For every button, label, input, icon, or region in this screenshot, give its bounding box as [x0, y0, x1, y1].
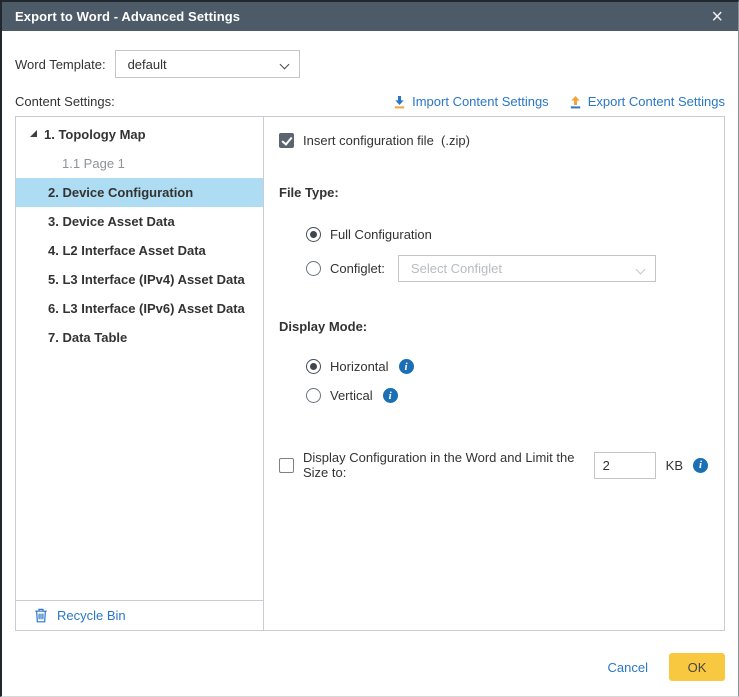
configlet-label: Configlet:	[330, 261, 385, 276]
tree-item-device-asset-data[interactable]: 3. Device Asset Data	[16, 207, 263, 236]
horizontal-option: Horizontal i	[306, 359, 708, 374]
full-configuration-radio[interactable]	[306, 227, 321, 242]
recycle-bin-button[interactable]: Recycle Bin	[16, 600, 263, 630]
trash-icon	[34, 608, 48, 623]
tree-item-l2-interface-asset-data[interactable]: 4. L2 Interface Asset Data	[16, 236, 263, 265]
content-settings-box: 1. Topology Map 1.1 Page 1 2. Device Con…	[15, 116, 725, 631]
content-settings-row: Content Settings: Import Content Setting…	[15, 94, 725, 109]
import-content-settings-link[interactable]: Import Content Settings	[393, 94, 549, 109]
full-configuration-label: Full Configuration	[330, 227, 432, 242]
tree-item-label: 1. Topology Map	[44, 127, 146, 142]
tree-item-label: 1.1 Page 1	[62, 156, 125, 171]
horizontal-info-icon[interactable]: i	[399, 359, 414, 374]
limit-size-info-icon[interactable]: i	[693, 458, 708, 473]
configlet-select-placeholder: Select Configlet	[411, 261, 502, 276]
export-content-settings-link[interactable]: Export Content Settings	[569, 94, 725, 109]
dialog-footer: Cancel OK	[15, 653, 725, 681]
word-template-label: Word Template:	[15, 57, 106, 72]
configlet-option: Configlet: Select Configlet	[306, 255, 708, 282]
limit-size-row: Display Configuration in the Word and Li…	[279, 450, 708, 480]
word-template-select[interactable]: default	[115, 50, 300, 78]
tree-item-label: 3. Device Asset Data	[48, 214, 175, 229]
tree-item-data-table[interactable]: 7. Data Table	[16, 323, 263, 352]
vertical-label: Vertical	[330, 388, 373, 403]
full-configuration-option: Full Configuration	[306, 227, 708, 242]
configlet-select[interactable]: Select Configlet	[398, 255, 656, 282]
recycle-bin-label: Recycle Bin	[57, 608, 126, 623]
export-to-word-dialog: Export to Word - Advanced Settings × Wor…	[0, 0, 739, 697]
insert-config-row: Insert configuration file (.zip)	[279, 133, 708, 148]
tree-item-l3-ipv6-asset-data[interactable]: 6. L3 Interface (IPv6) Asset Data	[16, 294, 263, 323]
vertical-option: Vertical i	[306, 388, 708, 403]
tree-item-label: 4. L2 Interface Asset Data	[48, 243, 206, 258]
limit-size-input[interactable]	[594, 452, 656, 479]
file-type-label: File Type:	[279, 185, 708, 200]
tree-item-topology-map[interactable]: 1. Topology Map	[16, 120, 263, 149]
device-configuration-panel: Insert configuration file (.zip) File Ty…	[264, 117, 724, 630]
dialog-title: Export to Word - Advanced Settings	[15, 9, 240, 24]
insert-config-checkbox[interactable]	[279, 133, 294, 148]
export-arrow-icon	[569, 95, 582, 109]
cancel-button[interactable]: Cancel	[608, 660, 648, 675]
dialog-titlebar: Export to Word - Advanced Settings ×	[2, 2, 738, 31]
content-settings-links: Import Content Settings Export Content S…	[393, 94, 725, 109]
tree-item-device-configuration[interactable]: 2. Device Configuration	[16, 178, 263, 207]
tree-item-page-1[interactable]: 1.1 Page 1	[16, 149, 263, 178]
ok-button[interactable]: OK	[669, 653, 725, 681]
chevron-down-icon	[279, 60, 289, 70]
tree-item-l3-ipv4-asset-data[interactable]: 5. L3 Interface (IPv4) Asset Data	[16, 265, 263, 294]
tree-item-label: 2. Device Configuration	[48, 185, 193, 200]
vertical-radio[interactable]	[306, 388, 321, 403]
import-arrow-icon	[393, 95, 406, 109]
horizontal-label: Horizontal	[330, 359, 389, 374]
vertical-info-icon[interactable]: i	[383, 388, 398, 403]
horizontal-radio[interactable]	[306, 359, 321, 374]
content-settings-label: Content Settings:	[15, 94, 115, 109]
dialog-body: Word Template: default Content Settings:…	[2, 50, 738, 681]
word-template-row: Word Template: default	[15, 50, 725, 78]
limit-size-checkbox[interactable]	[279, 458, 294, 473]
word-template-value: default	[128, 57, 167, 72]
configlet-radio[interactable]	[306, 261, 321, 276]
limit-size-label: Display Configuration in the Word and Li…	[303, 450, 584, 480]
insert-config-label: Insert configuration file (.zip)	[303, 133, 470, 148]
chevron-down-icon	[635, 265, 645, 275]
limit-size-unit: KB	[666, 458, 683, 473]
display-mode-label: Display Mode:	[279, 319, 708, 334]
close-icon[interactable]: ×	[709, 7, 725, 27]
tree-item-label: 6. L3 Interface (IPv6) Asset Data	[48, 301, 245, 316]
tree-expand-caret-icon[interactable]	[30, 130, 37, 137]
tree-item-label: 7. Data Table	[48, 330, 127, 345]
tree-item-label: 5. L3 Interface (IPv4) Asset Data	[48, 272, 245, 287]
export-link-label: Export Content Settings	[588, 94, 725, 109]
content-tree: 1. Topology Map 1.1 Page 1 2. Device Con…	[16, 117, 264, 630]
import-link-label: Import Content Settings	[412, 94, 549, 109]
